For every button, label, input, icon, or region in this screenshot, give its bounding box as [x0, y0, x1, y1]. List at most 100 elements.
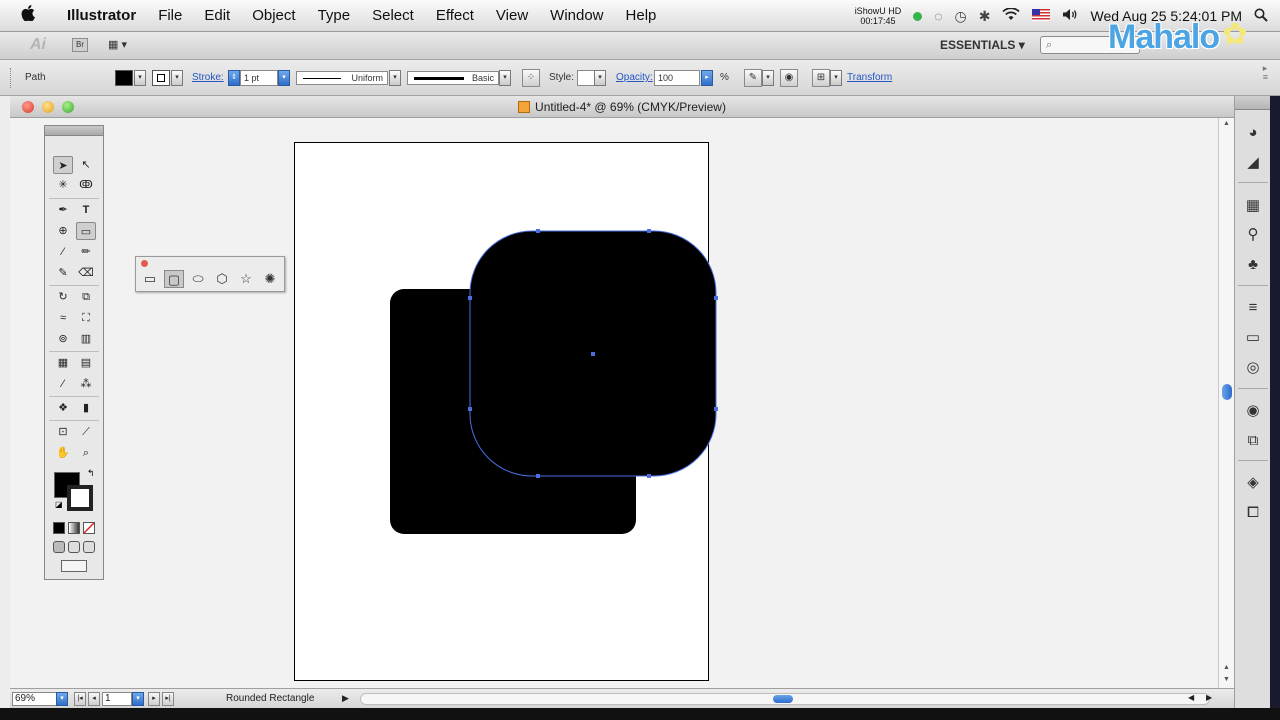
zoom-level-field[interactable]: 69%: [12, 692, 60, 706]
time-machine-icon[interactable]: ◷: [955, 8, 967, 25]
first-artboard-button[interactable]: |◂: [74, 692, 86, 706]
flyout-close-button[interactable]: [141, 260, 148, 267]
flare-tool-icon[interactable]: ✺: [260, 270, 280, 288]
rotate-tool-icon[interactable]: ↻: [53, 288, 73, 306]
column-graph-tool-icon[interactable]: ▮: [76, 399, 96, 417]
opacity-dropdown[interactable]: ▸: [701, 70, 713, 86]
symbols-panel-icon[interactable]: ♣: [1243, 255, 1263, 275]
scroll-up-arrow-icon[interactable]: ▲: [1223, 120, 1230, 127]
transparency-panel-icon[interactable]: ◎: [1243, 358, 1263, 378]
rounded-rectangle-tool-icon[interactable]: ▢: [164, 270, 184, 288]
menu-app-illustrator[interactable]: Illustrator: [56, 7, 147, 24]
scale-tool-icon[interactable]: ⧉: [76, 288, 96, 306]
scroll-left-arrow-icon[interactable]: ◀: [1188, 693, 1194, 702]
zoom-dropdown[interactable]: ▾: [56, 692, 68, 706]
anchor-point[interactable]: [468, 407, 472, 411]
perspective-grid-tool-icon[interactable]: ▥: [76, 330, 96, 348]
polygon-tool-icon[interactable]: ⬡: [212, 270, 232, 288]
shape-builder-tool-icon[interactable]: ⊚: [53, 330, 73, 348]
brush-dropdown[interactable]: ▾: [499, 70, 511, 86]
artboards-panel-icon[interactable]: ⧠: [1243, 503, 1263, 523]
stroke-weight-field[interactable]: 1 pt: [240, 70, 278, 86]
draw-normal-icon[interactable]: [53, 541, 65, 553]
vertical-scrollbar[interactable]: ▲ ▲ ▼: [1218, 118, 1234, 688]
swatches-panel-icon[interactable]: ▦: [1243, 196, 1263, 216]
menu-help[interactable]: Help: [615, 7, 668, 24]
scroll-down-arrow-icon[interactable]: ▼: [1223, 676, 1230, 683]
menu-view[interactable]: View: [485, 7, 539, 24]
align-options-button[interactable]: ⊞: [812, 69, 830, 87]
menu-effect[interactable]: Effect: [425, 7, 485, 24]
volume-icon[interactable]: [1062, 8, 1078, 24]
mesh-tool-icon[interactable]: ▦: [53, 354, 73, 372]
recolor-dropdown[interactable]: ▾: [762, 70, 774, 86]
transform-panel-link[interactable]: Transform: [847, 72, 892, 83]
ellipse-tool-icon[interactable]: ⬭: [188, 270, 208, 288]
graphic-style-dropdown[interactable]: ▾: [594, 70, 606, 86]
hand-tool-icon[interactable]: ✋: [53, 444, 73, 462]
screen-mode-button[interactable]: [61, 560, 87, 572]
artboard-tool-icon[interactable]: ⊡: [53, 423, 73, 441]
direct-selection-tool-icon[interactable]: ↖: [76, 156, 96, 174]
menu-type[interactable]: Type: [307, 7, 362, 24]
center-point[interactable]: [591, 352, 595, 356]
stroke-panel-icon[interactable]: ≡: [1243, 298, 1263, 318]
anchor-point[interactable]: [714, 407, 718, 411]
align-dropdown[interactable]: ▾: [830, 70, 842, 86]
anchor-point[interactable]: [647, 229, 651, 233]
star-tool-icon[interactable]: ☆: [236, 270, 256, 288]
type-tool-icon[interactable]: T: [76, 201, 96, 219]
go-to-bridge-button[interactable]: Br: [72, 38, 88, 52]
dock-header[interactable]: [1235, 96, 1270, 110]
fill-color-swatch[interactable]: [115, 70, 133, 86]
stroke-color-dropdown[interactable]: ▾: [171, 70, 183, 86]
scroll-right-arrow-icon[interactable]: ▶: [1206, 693, 1212, 702]
opacity-field[interactable]: 100: [654, 70, 700, 86]
variable-width-profile[interactable]: Uniform: [296, 71, 388, 85]
workspace-switcher[interactable]: ESSENTIALS ▾: [940, 38, 1025, 52]
anchor-point[interactable]: [647, 474, 651, 478]
draw-inside-icon[interactable]: [83, 541, 95, 553]
artboard-number-field[interactable]: 1: [102, 692, 132, 706]
color-mode-icon[interactable]: [53, 522, 65, 534]
stroke-panel-link[interactable]: Stroke:: [192, 72, 224, 83]
layers-panel-icon[interactable]: ◈: [1243, 473, 1263, 493]
horizontal-scrollbar[interactable]: [360, 693, 1210, 705]
recolor-artwork-button[interactable]: ✎: [744, 69, 762, 87]
magic-wand-tool-icon[interactable]: ✳: [53, 176, 73, 194]
rectangle-tool-icon[interactable]: ▭: [140, 270, 160, 288]
swap-fill-stroke-icon[interactable]: ↰: [87, 468, 95, 479]
anchor-point[interactable]: [536, 229, 540, 233]
fill-color-dropdown[interactable]: ▾: [134, 70, 146, 86]
default-fill-stroke-icon[interactable]: ◪: [55, 500, 63, 509]
appearance-panel-icon[interactable]: ◉: [1243, 401, 1263, 421]
anchor-point[interactable]: [714, 296, 718, 300]
color-guide-panel-icon[interactable]: ◢: [1243, 153, 1263, 173]
anchor-point[interactable]: [468, 296, 472, 300]
draw-behind-icon[interactable]: [68, 541, 80, 553]
ishowu-status[interactable]: iShowU HD 00:17:45: [855, 6, 902, 26]
opacity-panel-link[interactable]: Opacity:: [616, 72, 653, 83]
next-artboard-button[interactable]: ▸: [148, 692, 160, 706]
apple-menu-icon[interactable]: [0, 5, 56, 26]
graphic-style-swatch[interactable]: [577, 70, 595, 86]
isolate-group-button[interactable]: ◉: [780, 69, 798, 87]
lasso-tool-icon[interactable]: ↂ: [76, 176, 96, 194]
gradient-panel-icon[interactable]: ▭: [1243, 328, 1263, 348]
tools-panel-header[interactable]: [45, 126, 103, 136]
blob-brush-tool-icon[interactable]: ✎: [53, 264, 73, 282]
control-panel-menu-icon[interactable]: ▸ ≡: [1263, 64, 1268, 82]
menu-object[interactable]: Object: [241, 7, 306, 24]
color-panel-icon[interactable]: ◕: [1243, 123, 1263, 143]
pen-tool-icon[interactable]: ✒: [53, 201, 73, 219]
horizontal-scroll-thumb[interactable]: [773, 695, 793, 703]
status-menu-arrow-icon[interactable]: ▶: [342, 693, 349, 704]
width-tool-icon[interactable]: ≈: [53, 309, 73, 327]
menu-window[interactable]: Window: [539, 7, 614, 24]
control-panel-grip[interactable]: [10, 68, 13, 88]
wifi-icon[interactable]: [1002, 7, 1021, 24]
us-flag-icon[interactable]: [1032, 8, 1051, 24]
brush-definition[interactable]: Basic: [407, 71, 499, 85]
free-transform-tool-icon[interactable]: ⛶: [76, 309, 96, 327]
menu-select[interactable]: Select: [361, 7, 425, 24]
